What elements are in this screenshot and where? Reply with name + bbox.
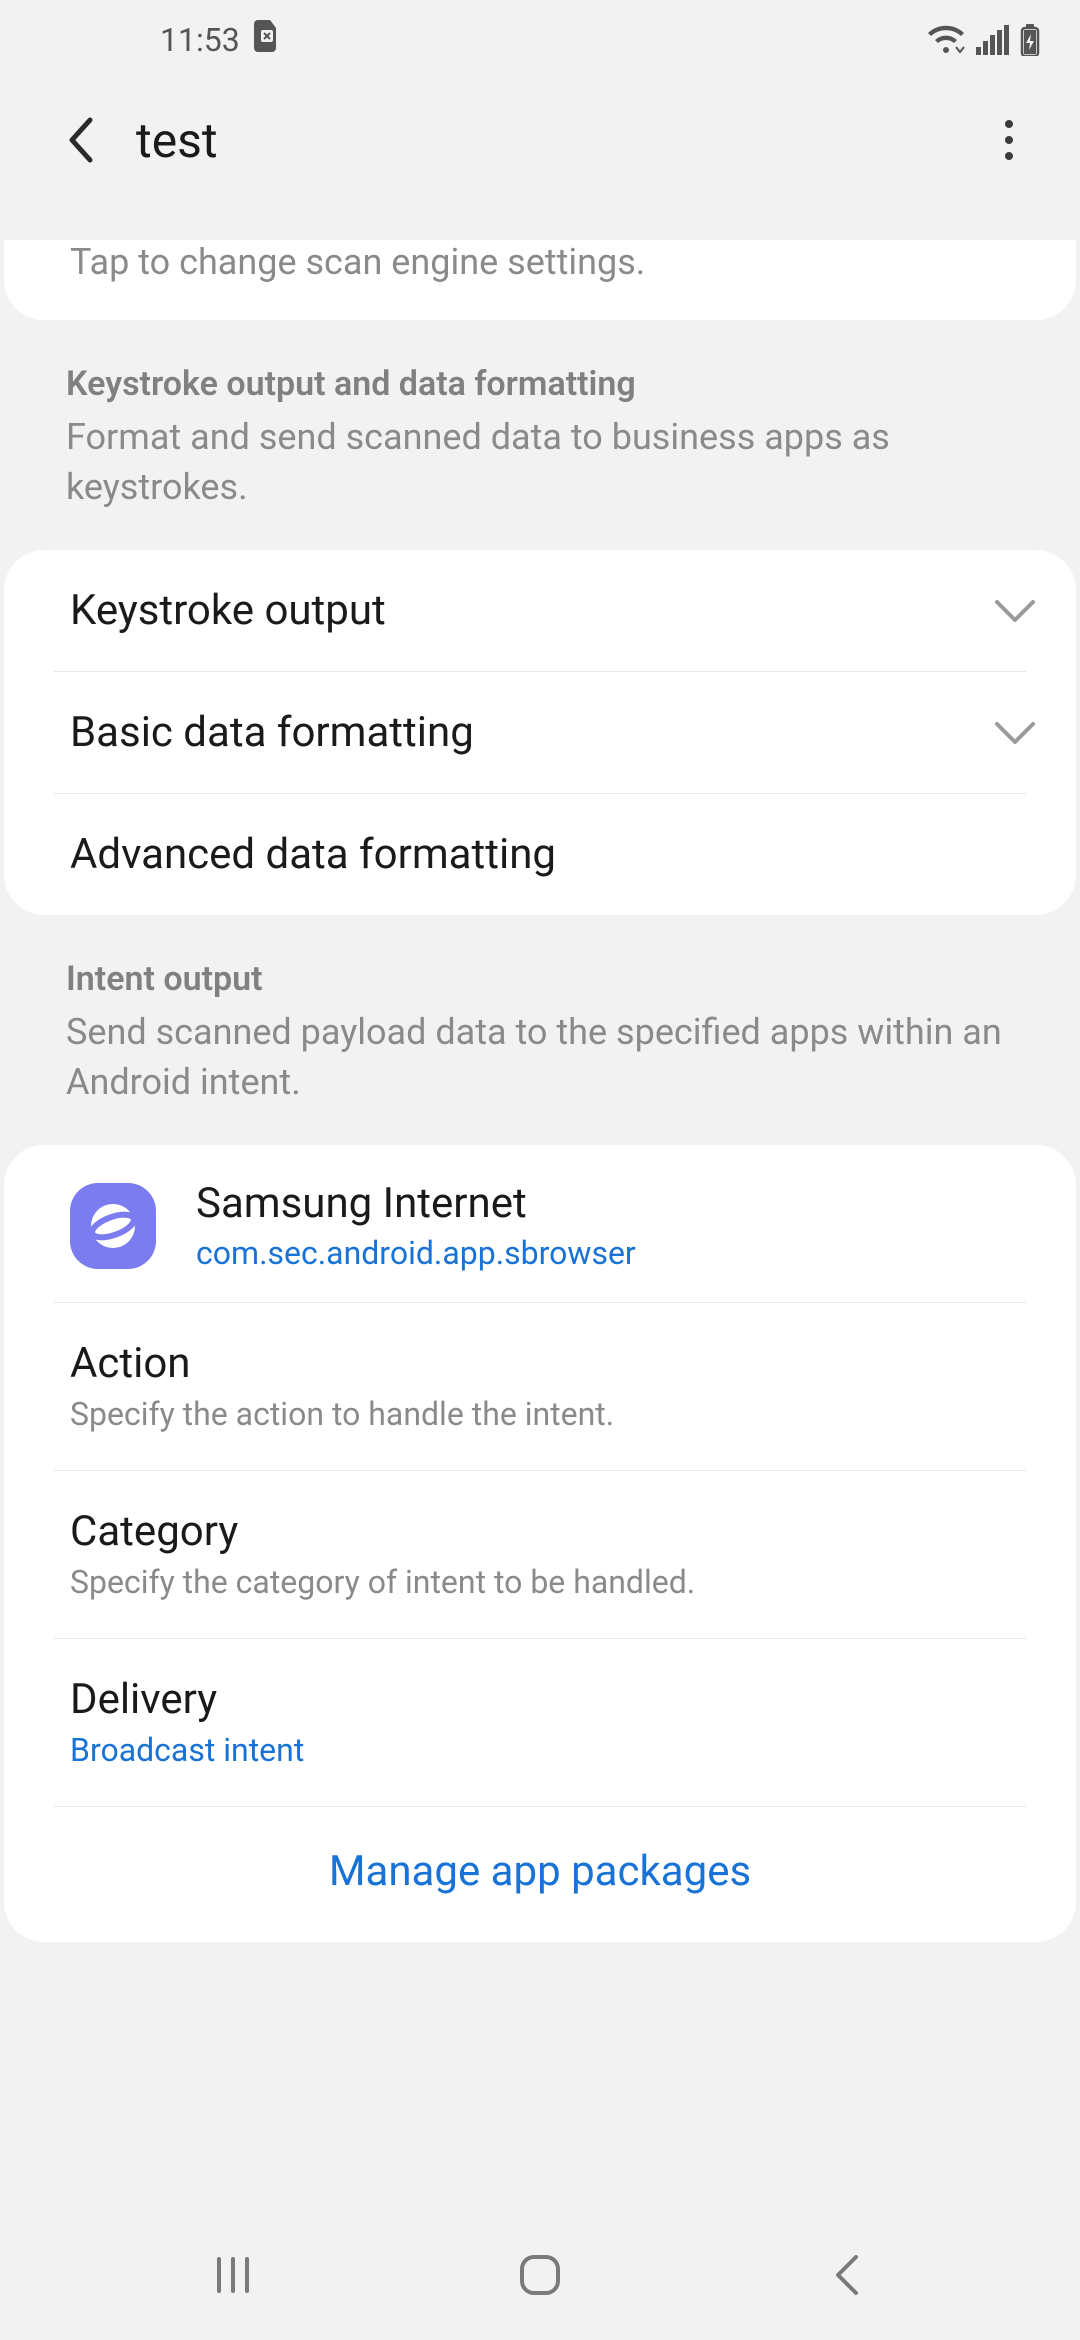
chevron-down-icon — [980, 598, 1050, 624]
intent-app-package: com.sec.android.app.sbrowser — [196, 1234, 1050, 1272]
advanced-data-formatting-row[interactable]: Advanced data formatting — [4, 794, 1076, 915]
keystroke-card: Keystroke output Basic data formatting A… — [4, 550, 1076, 915]
recents-icon — [213, 2255, 253, 2295]
section-desc: Format and send scanned data to business… — [66, 412, 1014, 512]
sim-card-icon — [254, 20, 280, 60]
home-button[interactable] — [480, 2235, 600, 2315]
navigation-bar — [0, 2210, 1080, 2340]
chevron-left-icon — [64, 116, 98, 164]
back-nav-button[interactable] — [787, 2235, 907, 2315]
intent-app-row[interactable]: Samsung Internet com.sec.android.app.sbr… — [4, 1145, 1076, 1302]
chevron-down-icon — [980, 720, 1050, 746]
home-icon — [518, 2253, 562, 2297]
intent-action-row[interactable]: Action Specify the action to handle the … — [4, 1303, 1076, 1470]
manage-app-packages-link[interactable]: Manage app packages — [329, 1847, 751, 1896]
row-title: Action — [70, 1339, 1050, 1388]
keystroke-output-row[interactable]: Keystroke output — [4, 550, 1076, 671]
intent-category-row[interactable]: Category Specify the category of intent … — [4, 1471, 1076, 1638]
section-desc: Send scanned payload data to the specifi… — [66, 1007, 1014, 1107]
scan-engine-settings-row[interactable]: Tap to change scan engine settings. — [4, 240, 1076, 320]
more-vert-icon — [1004, 119, 1014, 161]
basic-data-formatting-row[interactable]: Basic data formatting — [4, 672, 1076, 793]
scroll-content[interactable]: Tap to change scan engine settings. Keys… — [0, 200, 1080, 2210]
battery-charging-icon — [1020, 24, 1040, 56]
row-title: Keystroke output — [70, 586, 980, 635]
section-header-intent: Intent output Send scanned payload data … — [0, 915, 1080, 1125]
row-subtitle: Specify the category of intent to be han… — [70, 1562, 1050, 1602]
recents-button[interactable] — [173, 2235, 293, 2315]
signal-icon — [976, 25, 1010, 55]
wifi-icon — [926, 25, 966, 55]
section-title: Keystroke output and data formatting — [66, 364, 1014, 404]
scan-engine-hint: Tap to change scan engine settings. — [70, 240, 1010, 284]
section-title: Intent output — [66, 959, 1014, 999]
app-bar: test — [0, 80, 1080, 200]
row-title: Delivery — [70, 1675, 1050, 1724]
row-title: Basic data formatting — [70, 708, 980, 757]
chevron-left-icon — [832, 2253, 862, 2297]
status-time: 11:53 — [160, 21, 240, 59]
intent-app-name: Samsung Internet — [196, 1179, 1050, 1228]
status-bar: 11:53 — [0, 0, 1080, 80]
row-subtitle: Specify the action to handle the intent. — [70, 1394, 1050, 1434]
overflow-menu-button[interactable] — [974, 105, 1044, 175]
section-header-keystroke: Keystroke output and data formatting For… — [0, 320, 1080, 530]
manage-app-packages-row[interactable]: Manage app packages — [4, 1807, 1076, 1942]
intent-delivery-row[interactable]: Delivery Broadcast intent — [4, 1639, 1076, 1806]
row-title: Advanced data formatting — [70, 830, 1050, 879]
samsung-internet-icon — [70, 1183, 156, 1269]
back-button[interactable] — [46, 105, 116, 175]
row-title: Category — [70, 1507, 1050, 1556]
intent-card: Samsung Internet com.sec.android.app.sbr… — [4, 1145, 1076, 1942]
row-value: Broadcast intent — [70, 1730, 1050, 1770]
page-title: test — [136, 112, 218, 169]
